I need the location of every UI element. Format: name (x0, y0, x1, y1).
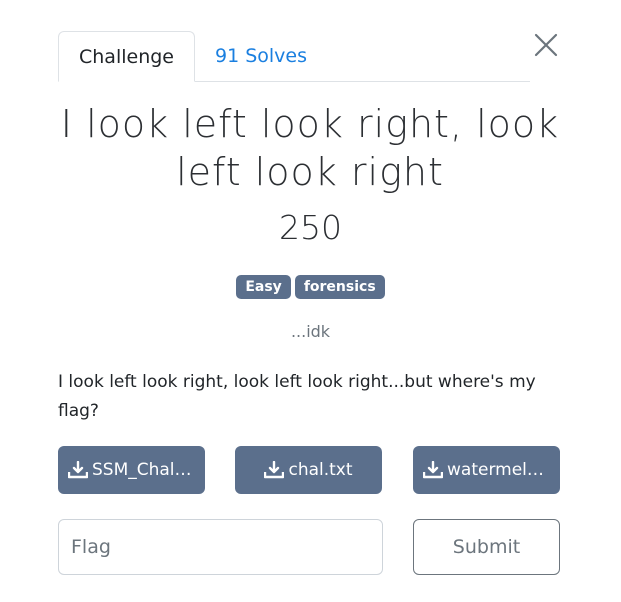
file-name: watermelo... (447, 460, 550, 480)
challenge-points: 250 (279, 208, 342, 247)
file-name: chal.txt (288, 460, 353, 480)
file-download-button[interactable]: chal.txt (235, 446, 382, 494)
download-icon (264, 461, 285, 479)
challenge-description: I look left look right, look left look r… (58, 372, 536, 421)
download-icon (68, 461, 88, 479)
download-icon (423, 461, 443, 479)
close-icon (534, 33, 558, 57)
challenge-tabs: Challenge 91 Solves (58, 30, 530, 82)
close-button[interactable] (531, 30, 561, 60)
file-download-button[interactable]: watermelo... (413, 446, 560, 494)
flag-input[interactable] (58, 519, 383, 575)
challenge-title: I look left look right, look left look r… (60, 102, 560, 194)
tab-challenge[interactable]: Challenge (58, 31, 195, 82)
submit-button[interactable]: Submit (413, 519, 560, 575)
file-list: SSM_Chal.... chal.txt watermelo... (58, 446, 560, 494)
tab-solves[interactable]: 91 Solves (195, 31, 327, 81)
challenge-modal: Challenge 91 Solves I look left look rig… (0, 0, 621, 602)
challenge-author: ...idk (290, 322, 331, 341)
tag-list: Easy forensics (0, 275, 621, 299)
tag-difficulty: Easy (236, 275, 291, 299)
file-download-button[interactable]: SSM_Chal.... (58, 446, 205, 494)
file-name: SSM_Chal.... (92, 460, 195, 480)
tag-category: forensics (294, 275, 385, 299)
